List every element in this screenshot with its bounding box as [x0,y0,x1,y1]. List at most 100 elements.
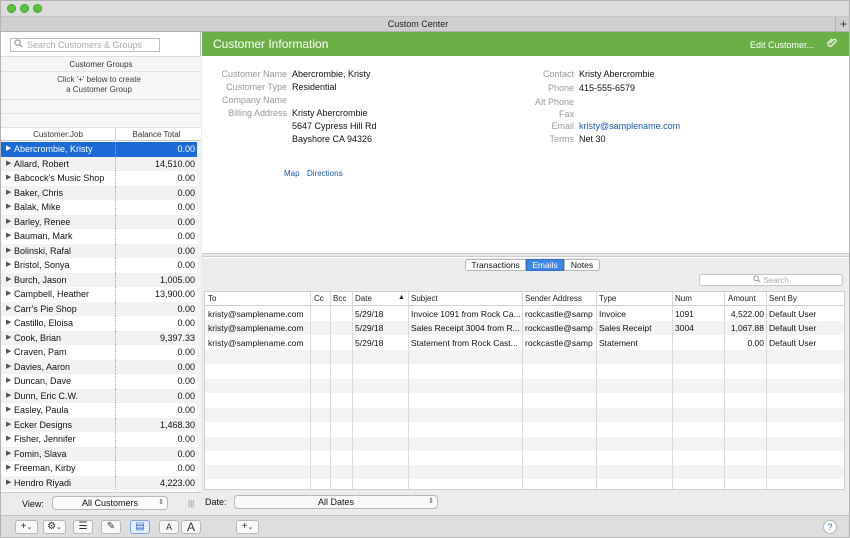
customer-row[interactable]: ▶ Bolinski, Rafal 0.00 [1,243,197,259]
disclosure-triangle-icon[interactable]: ▶ [6,447,11,462]
customer-list-scrollbar[interactable] [197,142,201,492]
customer-row[interactable]: ▶ Bristol, Sonya 0.00 [1,258,197,273]
disclosure-triangle-icon[interactable]: ▶ [6,360,11,375]
tab-notes[interactable]: Notes [564,259,600,271]
font-large-label: A [186,520,195,534]
customer-row[interactable]: ▶ Ecker Designs 1,468.30 [1,417,197,433]
customer-row[interactable]: ▶ Davies, Aaron 0.00 [1,359,197,375]
customer-row[interactable]: ▶ Dunn, Eric C.W. 0.00 [1,388,197,404]
column-customer-job[interactable]: Customer:Job [1,130,115,139]
new-tab-button[interactable]: + [835,17,849,32]
email-row[interactable]: kristy@samplename.com 5/29/18 Invoice 1091… [205,307,844,321]
disclosure-triangle-icon[interactable]: ▶ [6,302,11,317]
customer-row[interactable]: ▶ Bauman, Mark 0.00 [1,229,197,244]
customer-row[interactable]: ▶ Freeman, Kirby 0.00 [1,461,197,476]
customer-row[interactable]: ▶ Campbell, Heather 13,900.00 [1,287,197,302]
resize-grip-icon[interactable]: ||| [188,499,194,508]
customer-row[interactable]: ▶ Castillo, Eloisa 0.00 [1,316,197,331]
disclosure-triangle-icon[interactable]: ▶ [6,418,11,433]
help-button[interactable]: ? [823,520,837,534]
tab-bar: Custom Center + [1,17,849,32]
decrease-font-button[interactable]: A [159,520,179,534]
view-filter-bar: View: All Customers ⇕ ||| [1,492,201,515]
disclosure-triangle-icon[interactable]: ▶ [6,215,11,230]
add-menu-button[interactable]: +⌄ [15,520,38,534]
search-icon [753,275,763,285]
customer-row[interactable]: ▶ Burch, Jason 1,005.00 [1,272,197,288]
customer-row[interactable]: ▶ Abercrombie, Kristy 0.00 [1,142,197,157]
column-num[interactable]: Num [675,294,692,303]
tab-emails[interactable]: Emails [526,259,564,271]
customer-row[interactable]: ▶ Easley, Paula 0.00 [1,403,197,418]
tab-custom-center[interactable]: Custom Center [1,19,835,29]
increase-font-button[interactable]: A [181,520,201,534]
attachment-icon[interactable] [827,37,838,51]
email-search-input[interactable]: Search [699,274,843,286]
customer-row[interactable]: ▶ Fisher, Jennifer 0.00 [1,432,197,447]
sort-ascending-icon: ▲ [398,294,405,301]
customer-row[interactable]: ▶ Babcock's Music Shop 0.00 [1,171,197,186]
column-type[interactable]: Type [599,294,616,303]
column-sender-address[interactable]: Sender Address [525,294,582,303]
customer-row[interactable]: ▶ Baker, Chris 0.00 [1,185,197,201]
column-bcc[interactable]: Bcc [333,294,346,303]
zoom-window-button[interactable] [33,4,42,13]
minimize-window-button[interactable] [20,4,29,13]
view-filter-select[interactable]: All Customers ⇕ [52,496,168,510]
map-link[interactable]: Map [284,169,300,178]
disclosure-triangle-icon[interactable]: ▶ [6,142,11,157]
customer-row[interactable]: ▶ Balak, Mike 0.00 [1,200,197,215]
email-row[interactable]: kristy@samplename.com 5/29/18 Statement fr… [205,336,844,350]
disclosure-triangle-icon[interactable]: ▶ [6,345,11,360]
disclosure-triangle-icon[interactable]: ▶ [6,432,11,447]
detail-view-button[interactable]: ▤ [130,520,150,534]
directions-link[interactable]: Directions [307,169,343,178]
column-amount[interactable]: Amount [728,294,756,303]
customer-search-input[interactable]: Search Customers & Groups [10,38,160,52]
add-activity-button[interactable]: +⌄ [236,520,259,534]
column-date[interactable]: Date [355,294,372,303]
column-balance-total[interactable]: Balance Total [115,128,197,141]
list-view-button[interactable]: ☰ [73,520,93,534]
disclosure-triangle-icon[interactable]: ▶ [6,331,11,346]
close-window-button[interactable] [7,4,16,13]
disclosure-triangle-icon[interactable]: ▶ [6,157,11,172]
email-row[interactable]: kristy@samplename.com 5/29/18 Sales Receip… [205,321,844,336]
disclosure-triangle-icon[interactable]: ▶ [6,244,11,259]
customer-name-label: Customer Name [221,69,287,79]
customer-row[interactable]: ▶ Cook, Brian 9,397.33 [1,330,197,346]
disclosure-triangle-icon[interactable]: ▶ [6,258,11,273]
disclosure-triangle-icon[interactable]: ▶ [6,229,11,244]
customer-row[interactable]: ▶ Barley, Renee 0.00 [1,214,197,230]
email-link[interactable]: kristy@samplename.com [579,121,680,131]
chevron-updown-icon: ⇕ [158,499,164,506]
customer-row[interactable]: ▶ Craven, Pam 0.00 [1,345,197,360]
customer-row[interactable]: ▶ Fomin, Slava 0.00 [1,446,197,462]
disclosure-triangle-icon[interactable]: ▶ [6,171,11,186]
disclosure-triangle-icon[interactable]: ▶ [6,461,11,476]
tab-transactions[interactable]: Transactions [465,259,526,271]
customer-row[interactable]: ▶ Allard, Robert 14,510.00 [1,156,197,172]
column-sent-by[interactable]: Sent By [769,294,797,303]
disclosure-triangle-icon[interactable]: ▶ [6,374,11,389]
disclosure-triangle-icon[interactable]: ▶ [6,273,11,288]
date-filter-select[interactable]: All Dates ⇕ [234,495,438,509]
column-cc[interactable]: Cc [314,294,324,303]
disclosure-triangle-icon[interactable]: ▶ [6,316,11,331]
edit-button[interactable]: ✎ [101,520,121,534]
column-subject[interactable]: Subject [411,294,438,303]
disclosure-triangle-icon[interactable]: ▶ [6,403,11,418]
edit-customer-button[interactable]: Edit Customer... [750,40,814,50]
disclosure-triangle-icon[interactable]: ▶ [6,389,11,404]
customer-name: Fisher, Jennifer [14,434,76,444]
customer-row[interactable]: ▶ Carr's Pie Shop 0.00 [1,301,197,317]
action-menu-button[interactable]: ⚙⌄ [43,520,66,534]
customer-row[interactable]: ▶ Hendro Riyadi 4,223.00 [1,475,197,491]
column-to[interactable]: To [208,294,216,303]
disclosure-triangle-icon[interactable]: ▶ [6,287,11,302]
disclosure-triangle-icon[interactable]: ▶ [6,476,11,491]
customer-row[interactable]: ▶ Duncan, Dave 0.00 [1,374,197,389]
disclosure-triangle-icon[interactable]: ▶ [6,186,11,201]
splitter[interactable] [202,253,849,257]
disclosure-triangle-icon[interactable]: ▶ [6,200,11,215]
